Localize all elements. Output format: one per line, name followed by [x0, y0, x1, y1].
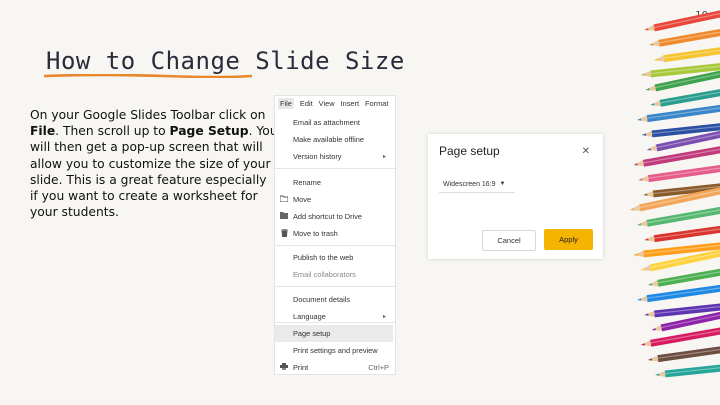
- menu-item-label: Page setup: [293, 329, 331, 338]
- chevron-down-icon: ▼: [499, 181, 506, 187]
- printer-icon: [275, 363, 293, 372]
- body-text-part: . You will then get a pop-up screen that…: [30, 124, 278, 220]
- pencil: [630, 179, 720, 212]
- menu-item-label: Language: [293, 312, 326, 321]
- menu-edit[interactable]: Edit: [300, 99, 313, 108]
- menu-format[interactable]: Format: [365, 99, 388, 108]
- menu-item-version-history[interactable]: Version history ▸: [275, 148, 393, 165]
- menu-item-email-attachment[interactable]: Email as attachment: [275, 114, 393, 131]
- menu-item-label: Document details: [293, 295, 351, 304]
- menu-file[interactable]: File: [278, 97, 294, 109]
- menu-separator: [275, 245, 395, 246]
- menu-item-print-settings[interactable]: Print settings and preview: [275, 342, 393, 359]
- menu-item-label: Make available offline: [293, 135, 364, 144]
- colored-pencils-decoration: [630, 0, 720, 378]
- menu-item-document-details[interactable]: Document details: [275, 291, 393, 308]
- folder-icon: [275, 195, 293, 204]
- cancel-button[interactable]: Cancel: [482, 230, 536, 251]
- menu-item-publish-web[interactable]: Publish to the web: [275, 249, 393, 266]
- menu-item-label: Move to trash: [293, 229, 338, 238]
- submenu-arrow-icon: ▸: [383, 314, 387, 320]
- menu-separator: [275, 286, 395, 287]
- body-text: On your Google Slides Toolbar click on F…: [30, 107, 278, 220]
- body-text-page-setup: Page Setup: [169, 124, 249, 139]
- menu-item-label: Rename: [293, 178, 321, 187]
- menu-item-rename[interactable]: Rename: [275, 174, 393, 191]
- select-value: Widescreen 16:9: [443, 180, 496, 188]
- menu-item-page-setup[interactable]: Page setup: [275, 325, 393, 342]
- trash-icon: [275, 228, 293, 239]
- slide-size-select[interactable]: Widescreen 16:9 ▼: [439, 176, 515, 193]
- menu-item-move[interactable]: Move: [275, 191, 393, 208]
- menu-item-label: Print: [293, 363, 309, 372]
- title-underline: [44, 74, 252, 78]
- submenu-arrow-icon: ▸: [383, 154, 387, 160]
- page-setup-dialog: Page setup ✕ Widescreen 16:9 ▼ Cancel Ap…: [428, 134, 603, 259]
- menu-insert[interactable]: Insert: [341, 99, 359, 108]
- menu-item-label: Print settings and preview: [293, 346, 378, 355]
- slide: 10 How to Change Slide Size On your Goog…: [0, 0, 720, 405]
- menu-item-label: Email collaborators: [293, 270, 356, 279]
- body-text-file: File: [30, 124, 56, 139]
- file-menu-screenshot: File Edit View Insert Format Email as at…: [275, 96, 395, 374]
- menu-item-label: Add shortcut to Drive: [293, 212, 363, 221]
- dialog-title: Page setup: [439, 144, 500, 158]
- menu-item-label: Version history: [293, 152, 342, 161]
- menu-item-label: Move: [293, 195, 312, 204]
- menu-item-make-offline[interactable]: Make available offline: [275, 131, 393, 148]
- drive-shortcut-icon: [275, 212, 293, 221]
- menu-separator: [275, 168, 395, 169]
- menu-item-label: Publish to the web: [293, 253, 354, 262]
- page-title: How to Change Slide Size: [46, 47, 405, 75]
- pencil: [644, 0, 720, 32]
- menu-item-label: Email as attachment: [293, 118, 360, 127]
- menu-bar: File Edit View Insert Format: [275, 96, 398, 110]
- menu-separator: [275, 322, 395, 323]
- menu-item-add-shortcut[interactable]: Add shortcut to Drive: [275, 208, 393, 225]
- body-text-part: . Then scroll up to: [55, 124, 170, 139]
- menu-item-print[interactable]: Print Ctrl+P: [275, 359, 393, 376]
- body-text-part: On your Google Slides Toolbar click on: [30, 108, 266, 122]
- close-icon[interactable]: ✕: [582, 146, 590, 157]
- shortcut-text: Ctrl+P: [368, 363, 389, 372]
- menu-item-email-collaborators[interactable]: Email collaborators: [275, 266, 393, 283]
- menu-item-move-trash[interactable]: Move to trash: [275, 225, 393, 242]
- menu-view[interactable]: View: [319, 99, 335, 108]
- apply-button[interactable]: Apply: [544, 229, 593, 250]
